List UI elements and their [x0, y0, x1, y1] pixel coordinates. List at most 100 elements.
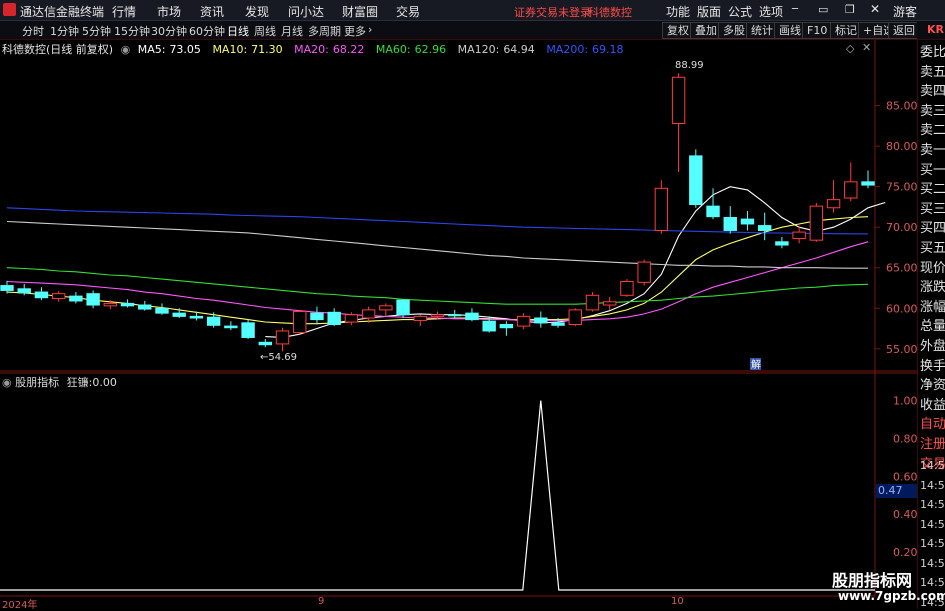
- minimize-icon[interactable]: ─: [792, 4, 798, 15]
- guest-user[interactable]: 游客: [893, 3, 917, 20]
- candle-body: [120, 302, 135, 307]
- candle[interactable]: [689, 149, 703, 208]
- quote-item[interactable]: 注册: [920, 437, 945, 453]
- trade-time: 14:56: [920, 537, 945, 550]
- chevron-right-icon[interactable]: ›: [368, 23, 372, 36]
- watermark-title: 股朋指标网: [832, 571, 913, 590]
- quote-item: 买四: [920, 221, 945, 237]
- candle[interactable]: [723, 206, 737, 234]
- candle-body: [689, 155, 703, 206]
- quote-item: 总量: [920, 319, 945, 335]
- app-title: 通达信金融终端: [20, 5, 105, 19]
- sub-tick-label: 0.60: [893, 470, 917, 483]
- candle[interactable]: [844, 162, 858, 202]
- period-weekly[interactable]: 周线: [254, 23, 276, 39]
- login-warning[interactable]: 证券交易未登录: [514, 4, 591, 20]
- candle[interactable]: [138, 300, 152, 311]
- menu-discover[interactable]: 发现: [245, 3, 269, 20]
- candle[interactable]: [34, 287, 49, 301]
- candle[interactable]: [826, 180, 841, 213]
- candle[interactable]: [413, 314, 427, 327]
- candle[interactable]: [258, 339, 272, 348]
- candle-body: [0, 285, 14, 291]
- price-chart[interactable]: 85.00 80.00 75.00 70.00 65.00 60.00 55.00 88.9…: [0, 40, 917, 372]
- candle[interactable]: [448, 309, 462, 318]
- candle[interactable]: [620, 279, 634, 297]
- restore-icon[interactable]: ❐: [845, 3, 855, 16]
- candle[interactable]: [86, 290, 100, 309]
- candle[interactable]: [654, 180, 669, 234]
- watermark-url: www.7gpzb.com: [838, 589, 945, 603]
- candle[interactable]: [51, 291, 66, 302]
- candle[interactable]: [603, 296, 617, 310]
- menu-trade[interactable]: 交易: [396, 3, 420, 20]
- candle[interactable]: [310, 306, 324, 325]
- candle-body: [516, 315, 531, 327]
- period-daily[interactable]: 日线: [227, 23, 249, 39]
- candle[interactable]: [327, 308, 341, 327]
- quote-item[interactable]: 自动: [920, 417, 945, 433]
- candle-body: [86, 293, 100, 306]
- candle[interactable]: [120, 299, 135, 308]
- candle[interactable]: [0, 280, 14, 294]
- candle[interactable]: [344, 312, 359, 326]
- quote-item: 卖四: [920, 84, 945, 100]
- menu-function[interactable]: 功能: [666, 3, 690, 20]
- period-15min[interactable]: 15分钟: [114, 23, 150, 39]
- candle-body: [34, 291, 49, 299]
- period-timeshare[interactable]: 分时: [22, 23, 44, 39]
- menu-options[interactable]: 选项: [759, 3, 783, 20]
- candle[interactable]: [396, 299, 410, 318]
- candle[interactable]: [379, 303, 393, 316]
- period-5min[interactable]: 5分钟: [82, 23, 111, 39]
- candle[interactable]: [224, 321, 238, 331]
- close-icon[interactable]: ✕: [870, 2, 880, 16]
- period-multi[interactable]: 多周期: [308, 23, 341, 39]
- candle[interactable]: [861, 170, 875, 189]
- candle[interactable]: [361, 306, 376, 323]
- indicator-chart[interactable]: 1.00 0.80 0.60 0.40 0.20: [0, 372, 917, 597]
- candle[interactable]: [585, 292, 600, 312]
- period-monthly[interactable]: 月线: [281, 23, 303, 39]
- quote-item: 买五: [920, 241, 945, 256]
- period-60min[interactable]: 60分钟: [189, 23, 225, 39]
- kr-tag[interactable]: KR: [927, 23, 944, 36]
- candle[interactable]: [155, 303, 169, 315]
- f10-button[interactable]: F10: [802, 22, 833, 39]
- candle[interactable]: [275, 327, 290, 352]
- menu-quotes[interactable]: 行情: [112, 3, 136, 20]
- menu-formula[interactable]: 公式: [728, 3, 752, 20]
- price-tick-label: 80.00: [886, 140, 917, 153]
- candle[interactable]: [516, 313, 531, 330]
- app-logo-icon: [3, 3, 16, 16]
- candle[interactable]: [293, 309, 307, 335]
- period-30min[interactable]: 30分钟: [151, 23, 187, 39]
- menu-fortune[interactable]: 财富圈: [342, 3, 378, 20]
- quote-item: 委比: [920, 45, 945, 60]
- period-1min[interactable]: 1分钟: [50, 23, 79, 39]
- candle[interactable]: [568, 308, 582, 327]
- candle-body: [379, 305, 393, 311]
- candle-body: [861, 181, 875, 186]
- menu-market[interactable]: 市场: [157, 3, 181, 20]
- menu-layout[interactable]: 版面: [697, 3, 721, 20]
- candle-body: [413, 315, 427, 321]
- candle[interactable]: [534, 311, 548, 328]
- candle[interactable]: [671, 73, 686, 173]
- maximize-icon[interactable]: ▭: [818, 3, 828, 16]
- back-button[interactable]: 返回: [888, 22, 920, 39]
- candle[interactable]: [499, 321, 514, 336]
- menu-news[interactable]: 资讯: [200, 3, 224, 20]
- candle-body: [396, 299, 410, 316]
- period-more[interactable]: 更多: [344, 23, 366, 39]
- menu-ask[interactable]: 问小达: [288, 3, 324, 20]
- candle[interactable]: [757, 212, 772, 241]
- candle[interactable]: [241, 319, 255, 340]
- candle[interactable]: [637, 259, 651, 286]
- unlock-marker[interactable]: 解: [751, 358, 761, 371]
- candle[interactable]: [809, 202, 824, 242]
- candle[interactable]: [465, 308, 479, 322]
- candle[interactable]: [740, 211, 755, 231]
- candle[interactable]: [775, 236, 789, 249]
- candle[interactable]: [69, 292, 83, 304]
